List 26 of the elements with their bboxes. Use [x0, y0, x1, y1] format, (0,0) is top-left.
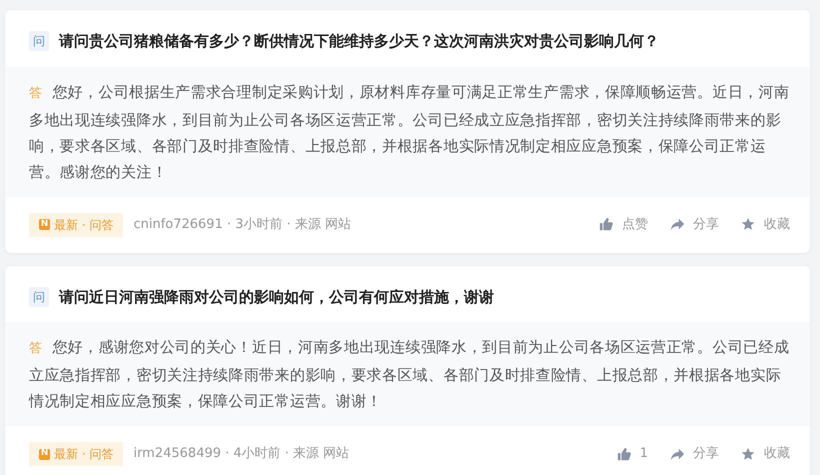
- share-button[interactable]: 分享: [670, 444, 719, 464]
- new-icon: N: [39, 448, 50, 460]
- like-button[interactable]: 点赞: [599, 214, 648, 234]
- star-icon: [741, 446, 756, 462]
- category-tag[interactable]: N 最新 · 问答: [29, 442, 124, 466]
- post-meta: cninfo726691 · 3小时前 · 来源 网站: [133, 216, 352, 234]
- thumbs-up-icon: [599, 217, 614, 232]
- post-meta: irm24568499 · 4小时前 · 来源 网站: [133, 445, 350, 464]
- favorite-button[interactable]: 收藏: [741, 214, 790, 234]
- tag-label: 最新 · 问答: [54, 446, 114, 463]
- star-icon: [741, 217, 756, 232]
- new-icon: N: [39, 219, 50, 230]
- category-tag[interactable]: N 最新 · 问答: [29, 212, 124, 236]
- favorite-button[interactable]: 收藏: [741, 444, 790, 464]
- question-badge: 问: [29, 286, 49, 307]
- question-badge: 问: [29, 31, 49, 52]
- thumbs-up-icon: [616, 446, 632, 462]
- share-button[interactable]: 分享: [670, 214, 719, 234]
- tag-label: 最新 · 问答: [54, 216, 114, 234]
- share-icon: [670, 217, 685, 232]
- share-icon: [670, 446, 685, 462]
- answer-text: 答 您好，感谢您对公司的关心！近日，河南多地出现连续强降水，到目前为止公司各场区运营正常。公司已经成立应急指挥部，密切关注持续降雨带来的影响，要求各区域、各部门及时排查险情、上报总部，并根据各地实际情况制定相应应急预案，保障公司正常运营。谢谢！: [29, 337, 790, 412]
- question-title[interactable]: 请问贵公司猪粮储备有多少？断供情况下能维持多少天？这次河南洪灾对贵公司影响几何？: [59, 30, 659, 52]
- like-button[interactable]: 1: [616, 444, 648, 464]
- answer-text: 答 您好，公司根据生产需求合理制定采购计划，原材料库存量可满足正常生产需求，保障顺畅运营。近日，河南多地出现连续强降水，到目前为止公司各场区运营正常。公司已经成立应急指挥部，密切关注持续降雨带来的影响，要求各区域、各部门及时排查险情、上报总部，并根据各地实际情况制定相应应急预案，保障公司正常运营。感谢您的关注！: [29, 82, 790, 182]
- question-title[interactable]: 请问近日河南强降雨对公司的影响如何，公司有何应对措施，谢谢: [59, 286, 494, 308]
